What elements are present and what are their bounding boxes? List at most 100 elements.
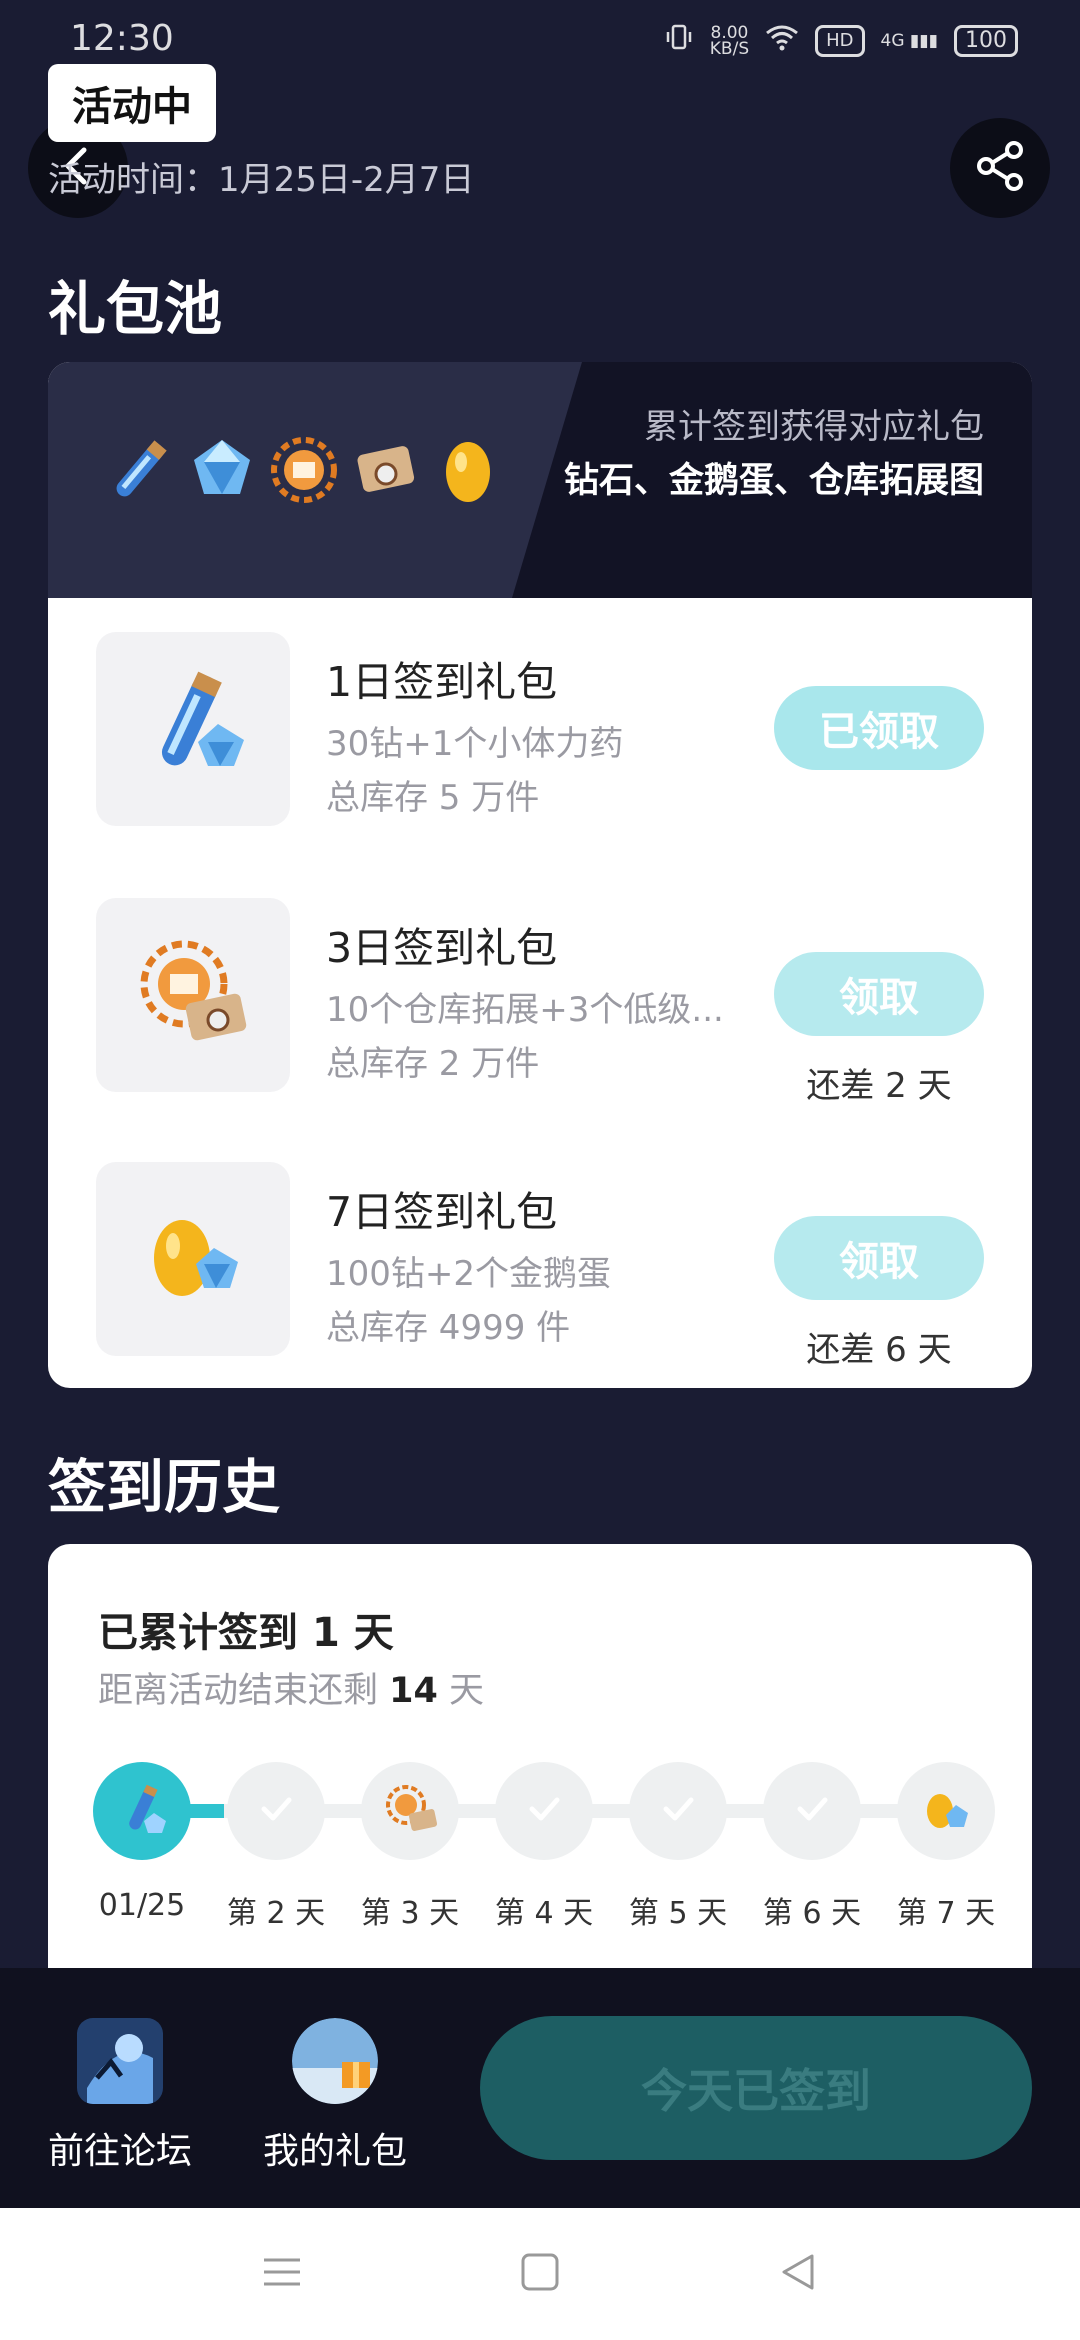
status-badge: 活动中 <box>48 64 216 142</box>
potion-diamond-icon <box>128 662 258 796</box>
warehouse-scroll-icon <box>128 928 258 1062</box>
history-title: 签到历史 <box>48 1453 281 1521</box>
my-gifts-label: 我的礼包 <box>262 2131 407 2172</box>
share-icon <box>972 138 1028 198</box>
day-label: 第 2 天 <box>226 1896 326 1931</box>
menu-nav-button[interactable] <box>252 2244 312 2304</box>
gift-thumbnail <box>96 632 290 826</box>
signal-icon: 4G ▮▮▮ <box>880 30 938 51</box>
day-6: 第 6 天 <box>762 1762 862 1932</box>
day-7: 第 7 天 <box>896 1762 996 1932</box>
day-circle <box>763 1762 861 1860</box>
day-circle <box>629 1762 727 1860</box>
warehouse-expand-icon <box>266 432 342 512</box>
check-icon <box>524 1789 564 1833</box>
remain-days: 14 <box>389 1671 438 1711</box>
gift-stock: 总库存 4999 件 <box>326 1308 571 1348</box>
history-card: 已累计签到 1 天 距离活动结束还剩 14 天 01/25 第 2 天 第 3 … <box>48 1544 1032 1974</box>
day-circle <box>361 1762 459 1860</box>
day-4: 第 4 天 <box>494 1762 594 1932</box>
gift-description: 30钻+1个小体力药 <box>326 724 624 764</box>
diamond-icon <box>184 432 260 512</box>
back-nav-button[interactable] <box>768 2244 828 2304</box>
day-circle <box>897 1762 995 1860</box>
gift-item-day1: 1日签到礼包 30钻+1个小体力药 总库存 5 万件 已领取 <box>96 632 984 826</box>
gift-thumbnail <box>96 1162 290 1356</box>
warehouse-scroll-icon <box>380 1779 440 1843</box>
gift-title: 1日签到礼包 <box>326 658 558 706</box>
day-label: 第 3 天 <box>360 1896 460 1931</box>
my-gifts-link[interactable]: 我的礼包 <box>250 2018 420 2174</box>
remain-prefix: 距离活动结束还剩 <box>98 1671 390 1711</box>
claim-button[interactable]: 领取 <box>774 1216 984 1300</box>
activity-period: 活动时间：1月25日-2月7日 <box>48 160 475 200</box>
day-circle <box>227 1762 325 1860</box>
claimed-button[interactable]: 已领取 <box>774 686 984 770</box>
remain-suffix: 天 <box>437 1671 484 1711</box>
day-label: 第 4 天 <box>494 1896 594 1931</box>
banner-icons <box>102 432 506 512</box>
status-bar: 12:30 8.00 KB/S HD 4G ▮▮▮ 100 <box>0 0 1080 70</box>
banner-subtitle: 累计签到获得对应礼包 <box>644 407 984 447</box>
share-button[interactable] <box>950 118 1050 218</box>
bottom-action-bar: 前往论坛 我的礼包 今天已签到 <box>0 1968 1080 2208</box>
home-square-icon <box>520 2252 560 2296</box>
system-nav-bar <box>0 2208 1080 2340</box>
gift-pool-card: 累计签到获得对应礼包 钻石、金鹅蛋、仓库拓展图 1日签到礼包 30钻+1个小体力… <box>48 362 1032 1388</box>
day-label: 第 5 天 <box>628 1896 728 1931</box>
status-icons: 8.00 KB/S HD 4G ▮▮▮ 100 <box>664 22 1018 59</box>
forum-label: 前往论坛 <box>47 2131 192 2172</box>
gift-stock: 总库存 2 万件 <box>326 1044 540 1084</box>
status-time: 12:30 <box>70 18 174 59</box>
day-1: 01/25 <box>92 1762 192 1923</box>
egg-diamond-icon <box>918 1781 974 1841</box>
gift-item-day3: 3日签到礼包 10个仓库拓展+3个低级... 总库存 2 万件 领取 还差 2 … <box>96 898 984 1106</box>
potion-icon <box>114 1781 170 1841</box>
claim-button[interactable]: 领取 <box>774 952 984 1036</box>
day-circle-active <box>93 1762 191 1860</box>
days-until-end: 距离活动结束还剩 14 天 <box>98 1662 484 1713</box>
golden-egg-icon <box>430 432 506 512</box>
battery-indicator: 100 <box>954 24 1018 57</box>
forum-link[interactable]: 前往论坛 <box>35 2018 205 2174</box>
total-checkins: 已累计签到 1 天 <box>98 1600 394 1658</box>
day-circle <box>495 1762 593 1860</box>
check-icon <box>658 1789 698 1833</box>
vibrate-icon <box>664 22 694 59</box>
banner-text: 累计签到获得对应礼包 钻石、金鹅蛋、仓库拓展图 <box>544 400 984 508</box>
day-3: 第 3 天 <box>360 1762 460 1932</box>
net-speed: 8.00 KB/S <box>709 24 750 59</box>
gift-description: 100钻+2个金鹅蛋 <box>326 1254 612 1294</box>
gift-description: 10个仓库拓展+3个低级... <box>326 990 724 1030</box>
day-label: 01/25 <box>98 1888 186 1923</box>
days-remaining: 还差 2 天 <box>806 1066 952 1106</box>
check-icon <box>792 1789 832 1833</box>
gift-box-icon <box>292 2018 378 2104</box>
check-icon <box>256 1789 296 1833</box>
total-days: 1 <box>311 1610 340 1656</box>
scroll-icon <box>348 432 424 512</box>
day-5: 第 5 天 <box>628 1762 728 1932</box>
gift-title: 3日签到礼包 <box>326 924 558 972</box>
hd-badge: HD <box>815 24 865 57</box>
home-nav-button[interactable] <box>510 2244 570 2304</box>
total-prefix: 已累计签到 <box>98 1610 312 1656</box>
day-label: 第 6 天 <box>762 1896 862 1931</box>
gift-thumbnail <box>96 898 290 1092</box>
net-speed-unit: KB/S <box>709 38 750 59</box>
gift-stock: 总库存 5 万件 <box>326 778 540 818</box>
signed-in-button[interactable]: 今天已签到 <box>480 2016 1032 2160</box>
gift-pool-title: 礼包池 <box>48 275 223 343</box>
forum-icon <box>77 2018 163 2104</box>
back-triangle-icon <box>778 2252 818 2296</box>
menu-icon <box>262 2252 302 2296</box>
gift-title: 7日签到礼包 <box>326 1188 558 1236</box>
total-suffix: 天 <box>339 1610 394 1656</box>
banner-main-text: 钻石、金鹅蛋、仓库拓展图 <box>563 461 984 501</box>
days-remaining: 还差 6 天 <box>806 1330 952 1370</box>
gift-pool-banner: 累计签到获得对应礼包 钻石、金鹅蛋、仓库拓展图 <box>48 362 1032 598</box>
day-label: 第 7 天 <box>896 1896 996 1931</box>
day-2: 第 2 天 <box>226 1762 326 1932</box>
gift-item-day7: 7日签到礼包 100钻+2个金鹅蛋 总库存 4999 件 领取 还差 6 天 <box>96 1162 984 1370</box>
potion-icon <box>102 432 178 512</box>
